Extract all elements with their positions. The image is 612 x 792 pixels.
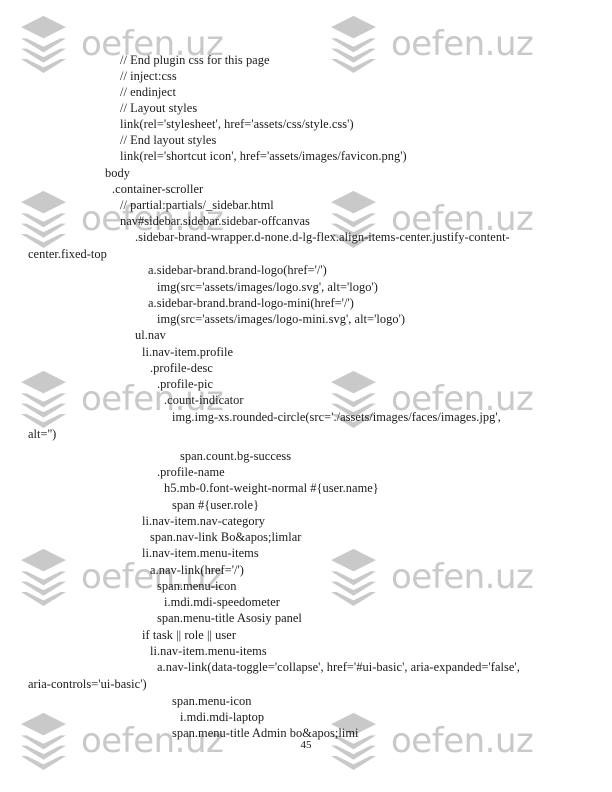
code-line: link(rel='stylesheet', href='assets/css/…	[120, 117, 354, 131]
code-line: ul.nav	[135, 328, 166, 342]
code-line: li.nav-item.menu-items	[150, 644, 267, 658]
code-line: .sidebar-brand-wrapper.d-none.d-lg-flex.…	[135, 230, 510, 244]
code-line: a.sidebar-brand.brand-logo(href='/')	[148, 263, 327, 277]
page-footer: 45	[0, 735, 612, 753]
code-line: img.img-xs.rounded-circle(src='./assets/…	[172, 410, 501, 424]
code-line: .profile-pic	[157, 377, 213, 391]
code-line: center.fixed-top	[28, 247, 107, 261]
code-line: a.nav-link(href='/')	[150, 563, 244, 577]
code-line: // End plugin css for this page	[120, 53, 270, 67]
code-line: .count-indicator	[164, 393, 244, 407]
code-line: span.count.bg-success	[180, 449, 292, 463]
code-line: img(src='assets/images/logo-mini.svg', a…	[157, 312, 406, 326]
code-line: i.mdi.mdi-speedometer	[164, 595, 280, 609]
code-line: .container-scroller	[112, 182, 204, 196]
code-line: if task || role || user	[142, 628, 236, 642]
code-line: span.menu-icon	[172, 694, 252, 708]
code-line: h5.mb-0.font-weight-normal #{user.name}	[164, 481, 379, 495]
code-line: // End layout styles	[120, 133, 217, 147]
code-line: nav#sidebar.sidebar.sidebar-offcanvas	[120, 214, 310, 228]
code-line: li.nav-item.profile	[142, 345, 234, 359]
code-line: body	[105, 166, 130, 180]
code-line: i.mdi.mdi-laptop	[180, 710, 265, 724]
code-line: aria-controls='ui-basic')	[28, 677, 147, 691]
page-number: 45	[300, 739, 312, 751]
code-line: span.menu-title Asosiy panel	[157, 611, 302, 625]
code-line: // partial:partials/_sidebar.html	[120, 198, 274, 212]
code-line: span #{user.role}	[172, 498, 260, 512]
code-line: img(src='assets/images/logo.svg', alt='l…	[157, 280, 378, 294]
code-line: a.nav-link(data-toggle='collapse', href=…	[157, 660, 520, 674]
code-line: span.menu-icon	[157, 579, 237, 593]
code-line: // endinject	[120, 85, 176, 99]
code-line: link(rel='shortcut icon', href='assets/i…	[120, 149, 407, 163]
code-line: li.nav-item.menu-items	[142, 546, 259, 560]
code-line: // Layout styles	[120, 101, 198, 115]
code-line: alt='')	[28, 427, 57, 441]
code-line: .profile-name	[157, 465, 225, 479]
code-listing: // End plugin css for this page // inject…	[0, 0, 612, 792]
code-line: li.nav-item.nav-category	[142, 514, 265, 528]
code-line: // inject:css	[120, 69, 177, 83]
code-line: .profile-desc	[150, 361, 213, 375]
code-line: a.sidebar-brand.brand-logo-mini(href='/'…	[148, 296, 354, 310]
code-line: span.nav-link Bo&apos;limlar	[150, 530, 302, 544]
